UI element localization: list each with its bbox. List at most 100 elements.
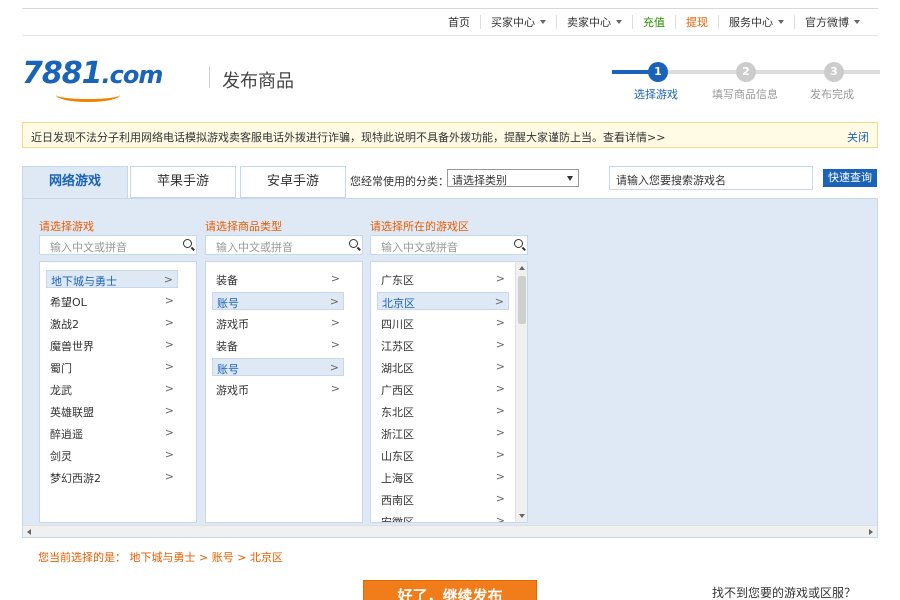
topnav-item[interactable]: 买家中心	[480, 15, 556, 29]
list-item-label: 四川区	[381, 318, 414, 331]
server-column-title: 请选择所在的游戏区	[370, 220, 469, 233]
list-item[interactable]: 账号 >	[212, 358, 344, 376]
top-nav-links: 首页 买家中心 卖家中心 充值 提现 服务中心 官方微博	[438, 9, 870, 35]
chevron-right-icon: >	[329, 361, 339, 374]
page: 首页 买家中心 卖家中心 充值 提现 服务中心 官方微博 7881.com 发布商品 1 2…	[0, 0, 900, 600]
chevron-down-icon	[854, 20, 860, 24]
chevron-right-icon: >	[330, 382, 340, 395]
tab-online-games[interactable]: 网络游戏	[22, 166, 128, 199]
chevron-down-icon	[540, 20, 546, 24]
search-icon[interactable]	[183, 239, 192, 248]
server-search-input[interactable]: 输入中文或拼音	[370, 235, 528, 255]
list-item[interactable]: 账号 >	[212, 292, 344, 310]
continue-publish-button[interactable]: 好了，继续发布	[363, 580, 537, 600]
list-item-label: 装备	[216, 274, 238, 287]
chevron-down-icon	[616, 20, 622, 24]
tab-android-games[interactable]: 安卓手游	[240, 166, 346, 198]
scrollbar-thumb[interactable]	[518, 276, 526, 324]
selection-panel: 请选择游戏 输入中文或拼音 地下城与勇士 > 希望OL > 激战2 > 魔兽世界 > 蜀门 > 龙武 > 英…	[22, 198, 878, 538]
server-list: 广东区 > 北京区 > 四川区 > 江苏区 > 湖北区 > 广西区 > 东北区 > 浙江区 > 山东区 > 上海区 >…	[370, 261, 528, 523]
chevron-right-icon: >	[163, 273, 173, 286]
game-search-input[interactable]: 请输入您要搜索游戏名	[609, 166, 813, 190]
list-item[interactable]: 上海区 >	[377, 468, 509, 486]
list-item[interactable]: 广西区 >	[377, 380, 509, 398]
list-item[interactable]: 北京区 >	[377, 292, 509, 310]
chevron-right-icon: >	[495, 448, 505, 461]
vertical-scrollbar[interactable]	[515, 262, 527, 522]
notice-text[interactable]: 近日发现不法分子利用网络电话模拟游戏卖客服电话外拨进行诈骗，现特此说明不具备外拨…	[31, 129, 665, 145]
chevron-right-icon: >	[164, 404, 174, 417]
step-3-circle: 3	[824, 62, 844, 82]
list-item-label: 激战2	[50, 318, 79, 331]
scroll-up-icon[interactable]	[519, 266, 525, 270]
list-item[interactable]: 浙江区 >	[377, 424, 509, 442]
chevron-right-icon: >	[164, 382, 174, 395]
scroll-right-icon[interactable]	[869, 529, 873, 535]
list-item-label: 广东区	[381, 274, 414, 287]
game-search-input[interactable]: 输入中文或拼音	[39, 235, 197, 255]
search-icon[interactable]	[514, 239, 523, 248]
cant-find-game-link[interactable]: 找不到您要的游戏或区服？	[712, 584, 856, 600]
list-item[interactable]: 梦幻西游2 >	[46, 468, 178, 486]
scroll-down-icon[interactable]	[519, 514, 525, 518]
list-item[interactable]: 游戏币 >	[212, 314, 344, 332]
list-item[interactable]: 湖北区 >	[377, 358, 509, 376]
list-item[interactable]: 英雄联盟 >	[46, 402, 178, 420]
site-logo[interactable]: 7881.com	[22, 56, 202, 102]
list-item[interactable]: 山东区 >	[377, 446, 509, 464]
chevron-right-icon: >	[164, 426, 174, 439]
list-item[interactable]: 龙武 >	[46, 380, 178, 398]
chevron-right-icon: >	[164, 316, 174, 329]
list-item[interactable]: 装备 >	[212, 270, 344, 288]
list-item-label: 广西区	[381, 384, 414, 397]
tab-ios-games[interactable]: 苹果手游	[130, 166, 236, 198]
list-item[interactable]: 醉逍遥 >	[46, 424, 178, 442]
frequent-category-select[interactable]: 请选择类别	[447, 169, 579, 187]
list-item-label: 账号	[217, 297, 239, 310]
list-item-label: 魔兽世界	[50, 340, 94, 353]
top-navigation-bar: 首页 买家中心 卖家中心 充值 提现 服务中心 官方微博	[22, 8, 878, 36]
list-item-label: 希望OL	[50, 296, 87, 309]
list-item[interactable]: 广东区 >	[377, 270, 509, 288]
topnav-item[interactable]: 卖家中心	[556, 15, 632, 29]
list-item[interactable]: 安徽区 >	[377, 512, 509, 522]
topnav-item[interactable]: 官方微博	[794, 15, 870, 29]
chevron-down-icon	[567, 176, 573, 181]
scroll-left-icon[interactable]	[27, 529, 31, 535]
list-item[interactable]: 希望OL >	[46, 292, 178, 310]
topnav-item[interactable]: 提现	[675, 15, 718, 29]
step-line-pending	[752, 70, 880, 74]
list-item[interactable]: 游戏币 >	[212, 380, 344, 398]
list-item[interactable]: 激战2 >	[46, 314, 178, 332]
topnav-item-label: 买家中心	[491, 16, 535, 29]
list-item[interactable]: 装备 >	[212, 336, 344, 354]
list-item[interactable]: 剑灵 >	[46, 446, 178, 464]
chevron-right-icon: >	[495, 338, 505, 351]
chevron-right-icon: >	[495, 382, 505, 395]
list-item-label: 上海区	[381, 472, 414, 485]
list-item[interactable]: 东北区 >	[377, 402, 509, 420]
list-item[interactable]: 四川区 >	[377, 314, 509, 332]
chevron-right-icon: >	[164, 470, 174, 483]
topnav-item[interactable]: 充值	[632, 15, 675, 29]
frequent-category-value: 请选择类别	[452, 174, 507, 187]
topnav-item-label: 首页	[448, 16, 470, 29]
list-item[interactable]: 江苏区 >	[377, 336, 509, 354]
search-placeholder: 输入中文或拼音	[381, 241, 458, 254]
topnav-item-label: 提现	[686, 16, 708, 29]
chevron-right-icon: >	[164, 448, 174, 461]
search-icon[interactable]	[349, 239, 358, 248]
list-item[interactable]: 魔兽世界 >	[46, 336, 178, 354]
list-item[interactable]: 西南区 >	[377, 490, 509, 508]
list-item-label: 装备	[216, 340, 238, 353]
notice-close-button[interactable]: 关闭	[847, 129, 869, 145]
horizontal-scrollbar[interactable]	[23, 525, 877, 537]
topnav-item[interactable]: 首页	[438, 15, 480, 29]
list-item-label: 龙武	[50, 384, 72, 397]
chevron-right-icon: >	[495, 360, 505, 373]
topnav-item[interactable]: 服务中心	[718, 15, 794, 29]
list-item[interactable]: 地下城与勇士 >	[46, 270, 178, 288]
goods-type-search-input[interactable]: 输入中文或拼音	[205, 235, 363, 255]
list-item[interactable]: 蜀门 >	[46, 358, 178, 376]
quick-search-button[interactable]: 快速查询	[823, 169, 877, 187]
